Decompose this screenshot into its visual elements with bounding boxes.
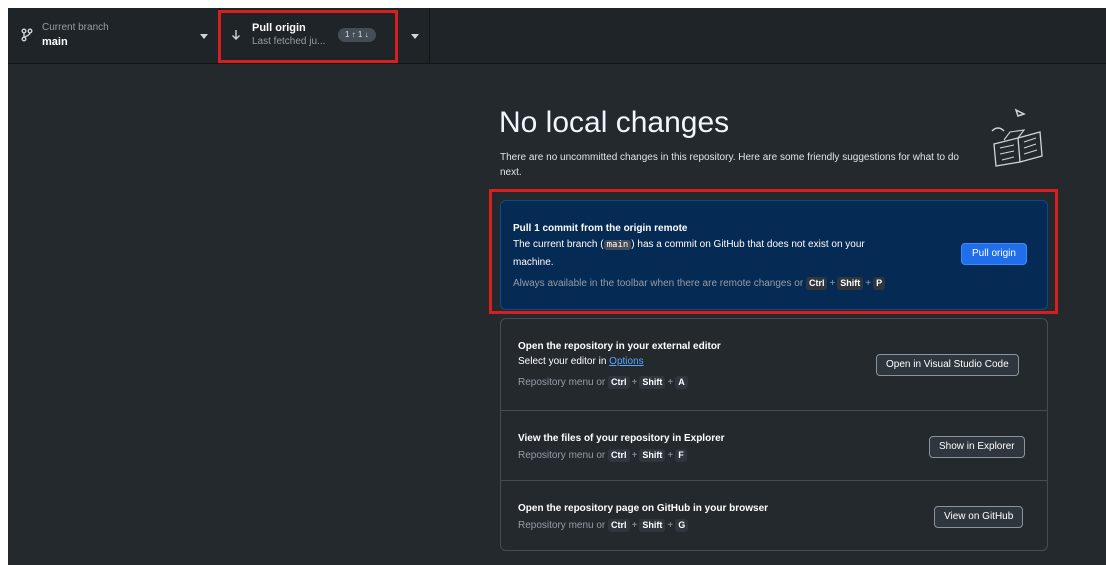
action-shortcut: Repository menu or Ctrl + Shift + G (518, 519, 689, 532)
highlight-box-pull-card (489, 189, 1058, 314)
branch-caption: Current branch (42, 22, 109, 33)
action-text: Select your editor in Options (518, 356, 644, 367)
show-in-explorer-button[interactable]: Show in Explorer (929, 436, 1025, 458)
highlight-box-toolbar (218, 10, 398, 63)
chevron-down-icon (411, 34, 419, 39)
action-title: Open the repository page on GitHub in yo… (518, 503, 769, 514)
current-branch-button[interactable]: Current branch main (8, 8, 220, 63)
page-title: No local changes (499, 106, 730, 139)
page-subtitle: There are no uncommitted changes in this… (500, 152, 959, 178)
no-changes-view: No local changes There are no uncommitte… (8, 64, 1106, 565)
pull-origin-dropdown[interactable] (400, 8, 430, 63)
chevron-down-icon (200, 34, 208, 39)
action-shortcut: Repository menu or Ctrl + Shift + A (518, 376, 688, 389)
action-title: Open the repository in your external edi… (518, 341, 721, 352)
view-on-github-button[interactable]: View on GitHub (934, 506, 1024, 528)
action-view-on-github: Open the repository page on GitHub in yo… (501, 481, 1047, 552)
open-in-editor-button[interactable]: Open in Visual Studio Code (876, 354, 1019, 376)
toolbar: Current branch main Pull origin Last fet… (8, 8, 1106, 64)
suggestions-card: Open the repository in your external edi… (500, 318, 1048, 551)
branch-name: main (42, 36, 68, 48)
git-branch-icon (21, 28, 33, 42)
app-window: Current branch main Pull origin Last fet… (8, 8, 1106, 565)
action-title: View the files of your repository in Exp… (518, 433, 725, 444)
action-show-in-explorer: View the files of your repository in Exp… (501, 411, 1047, 481)
action-open-editor: Open the repository in your external edi… (501, 319, 1047, 411)
options-link[interactable]: Options (609, 356, 643, 367)
action-shortcut: Repository menu or Ctrl + Shift + F (518, 449, 687, 462)
empty-state-illustration-icon (991, 108, 1043, 167)
